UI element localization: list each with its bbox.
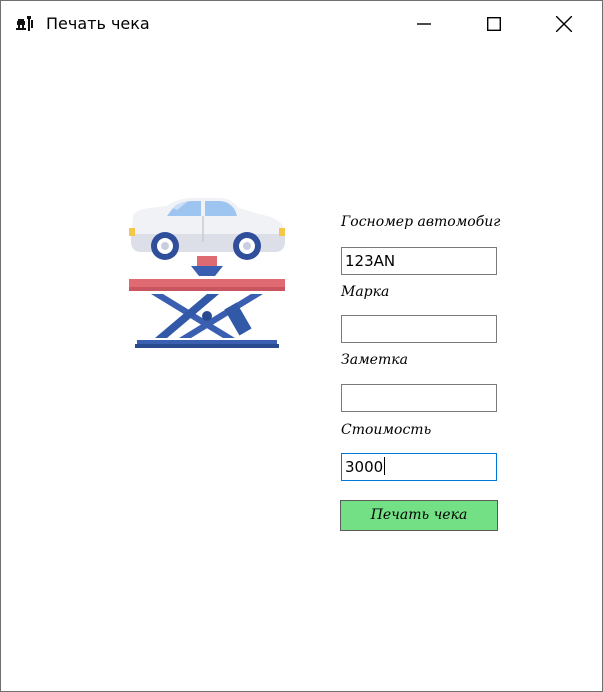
car-repair-icon <box>16 16 33 31</box>
car-on-lift-icon <box>129 198 285 348</box>
close-icon <box>556 16 572 32</box>
text-caret <box>384 457 386 475</box>
plate-label: Госномер автомобиг <box>341 214 501 230</box>
window-title: Печать чека <box>46 14 150 33</box>
title-bar[interactable]: Печать чека <box>1 1 602 47</box>
note-label: Заметка <box>341 352 408 368</box>
cost-value: 3000 <box>345 458 384 476</box>
minimize-button[interactable] <box>391 1 457 47</box>
plate-number-input[interactable]: 123AN <box>341 247 497 275</box>
brand-input[interactable] <box>341 315 497 343</box>
cost-label: Стоимость <box>341 422 432 438</box>
app-window: Печать чека Госномер автомобиг 123AN Мар… <box>0 0 603 692</box>
brand-label: Марка <box>341 284 390 300</box>
cost-input[interactable]: 3000 <box>341 453 497 481</box>
maximize-button[interactable] <box>461 1 527 47</box>
maximize-icon <box>487 17 501 31</box>
minimize-icon <box>417 23 431 25</box>
close-button[interactable] <box>531 1 597 47</box>
note-input[interactable] <box>341 384 497 412</box>
print-receipt-button[interactable]: Печать чека <box>340 500 498 531</box>
